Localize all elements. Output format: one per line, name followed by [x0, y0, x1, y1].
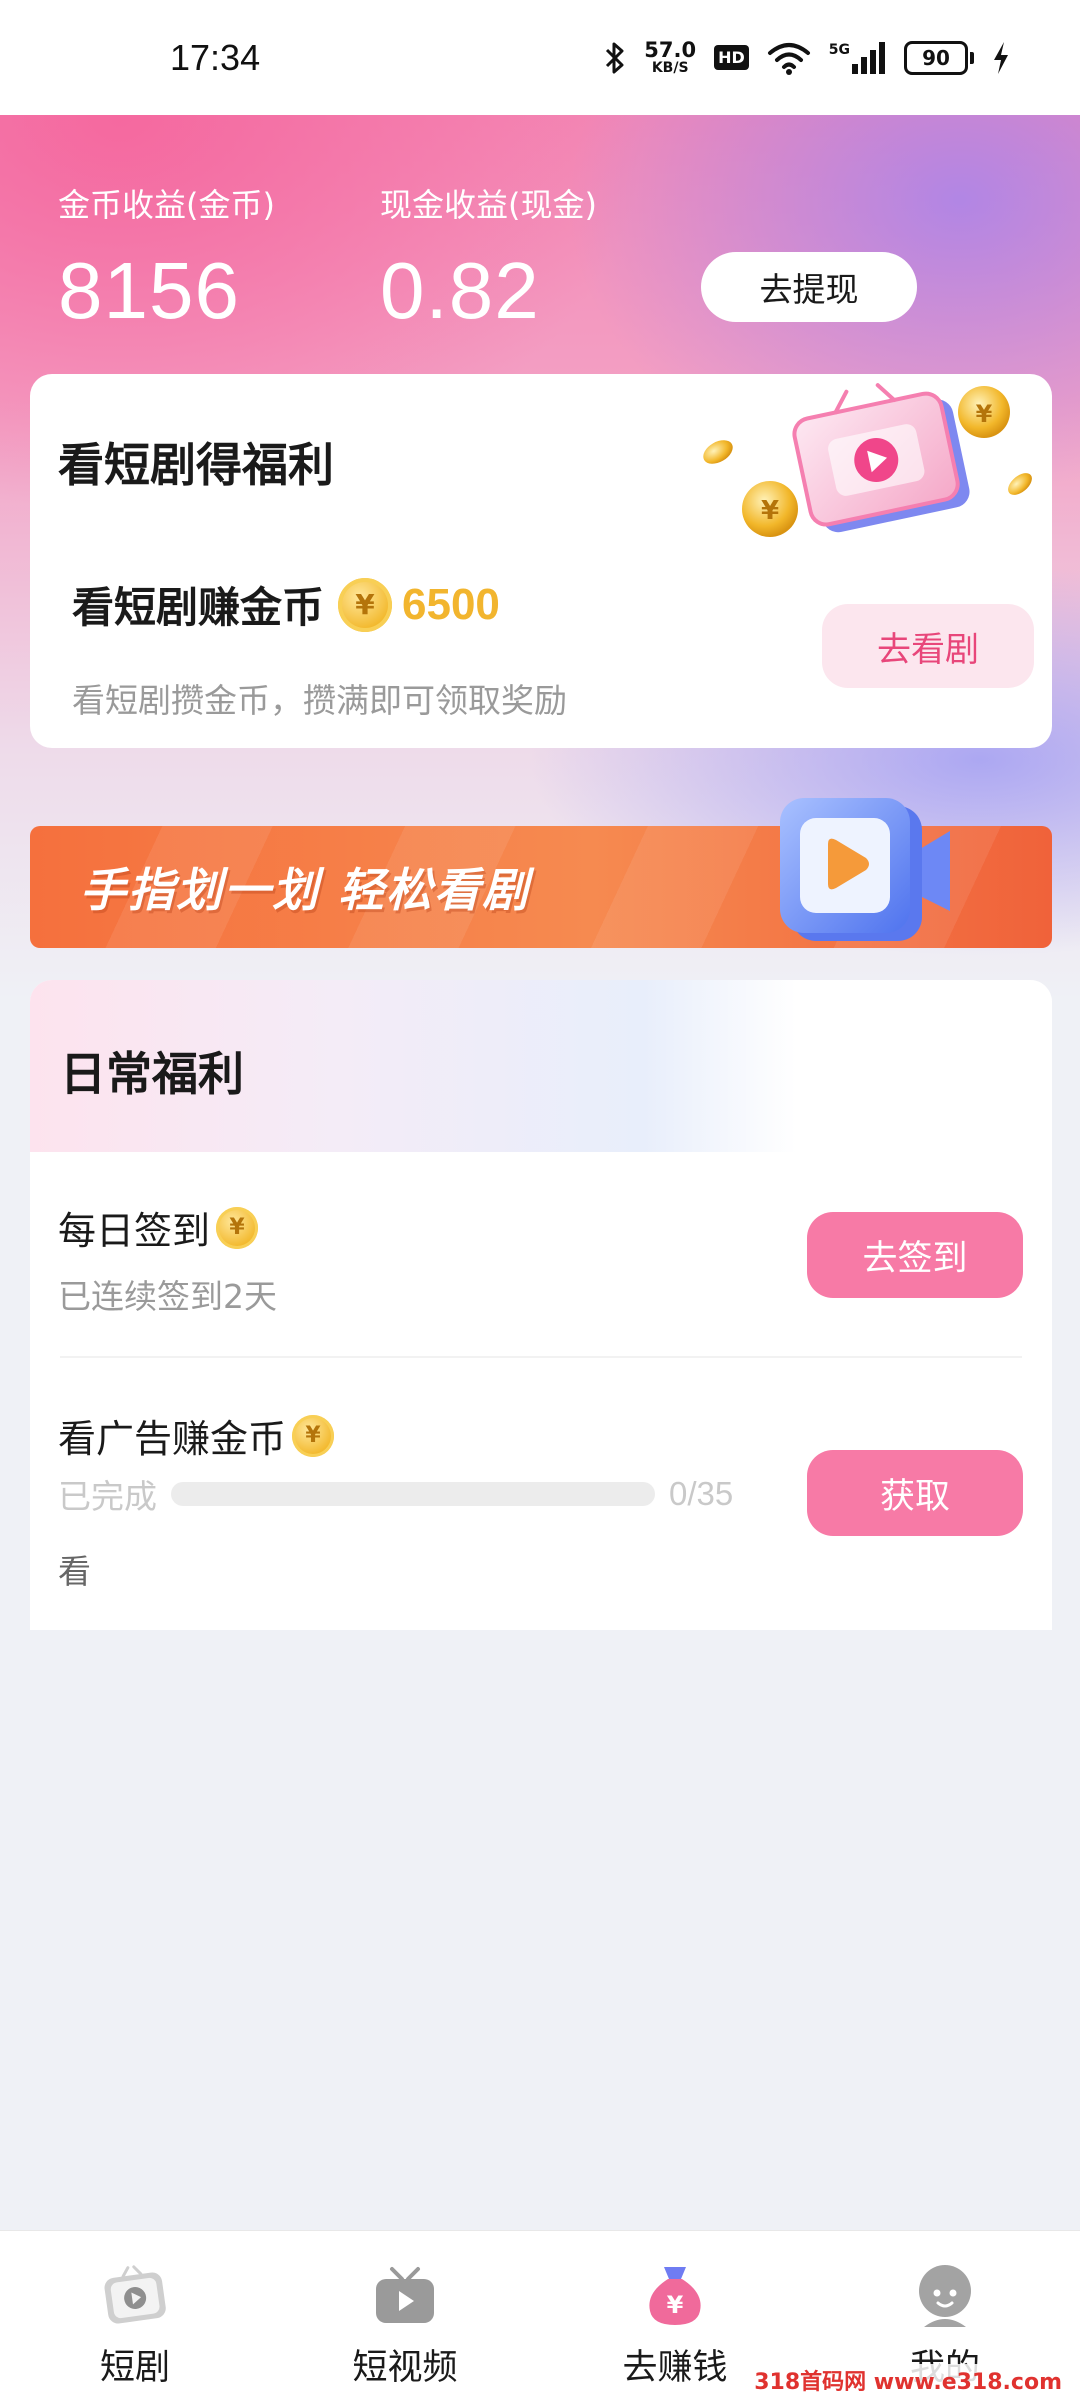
signal-label: 5G [828, 41, 850, 58]
get-reward-button[interactable]: 获取 [807, 1450, 1023, 1536]
profile-icon [919, 2265, 971, 2327]
nav-label-drama: 短剧 [99, 2348, 170, 2388]
earn-page: 17:34 57.0 KB/S HD 5G 90 金币收益(金币) 8156 现… [0, 0, 1080, 2400]
battery-indicator: 90 [904, 40, 974, 75]
coin-earnings-value: 8156 [58, 246, 240, 335]
drama-card-title: 看短剧得福利 [58, 438, 334, 492]
withdraw-button[interactable]: 去提现 [701, 252, 917, 322]
checkin-streak-text: 已连续签到2天 [58, 1277, 277, 1316]
hd-badge: HD [714, 45, 749, 70]
drama-earn-row: 看短剧赚金币 ¥ 6500 [72, 574, 500, 635]
bluetooth-icon [606, 42, 624, 73]
nav-label-short-video: 短视频 [352, 2348, 458, 2388]
drama-earn-text: 看短剧赚金币 [72, 583, 325, 632]
watermark: 318首码网 www.e318.com [750, 2364, 1066, 2396]
nav-label-earn: 去赚钱 [622, 2348, 728, 2388]
drama-card-subtitle: 看短剧攒金币，攒满即可领取奖励 [72, 681, 567, 720]
money-bag-icon: ¥ [649, 2267, 701, 2325]
ad-progress-bar [171, 1482, 655, 1506]
drama-coin-amount: 6500 [402, 579, 500, 629]
tv-icon [376, 2267, 434, 2323]
status-bar: 17:34 57.0 KB/S HD 5G 90 [0, 0, 1080, 115]
video-camera-icon [780, 798, 950, 941]
status-icons: 57.0 KB/S HD 5G 90 [604, 40, 1010, 75]
drama-reward-card: 看短剧得福利 ¥ ¥ 看短剧赚金币 ¥ 6500 看短剧攒金币，攒满即可领取奖励… [30, 374, 1052, 748]
divider [60, 1356, 1022, 1358]
ad-progress-count: 0/35 [669, 1475, 734, 1512]
checkin-button[interactable]: 去签到 [807, 1212, 1023, 1298]
ad-extra-text: 看 [58, 1552, 91, 1591]
cell-signal-icon: 5G [828, 41, 886, 74]
network-speed: 57.0 KB/S [644, 38, 697, 76]
status-time: 17:34 [170, 36, 261, 78]
nav-item-drama[interactable]: 短剧 [0, 2231, 270, 2400]
svg-text:¥: ¥ [667, 2291, 684, 2319]
coin-icon: ¥ [216, 1206, 259, 1249]
ad-progress-row: 已完成 0/35 [58, 1470, 733, 1518]
daily-checkin-title: 每日签到 ¥ [58, 1200, 259, 1255]
swipe-banner[interactable]: 手指划一划 轻松看剧 [30, 798, 1052, 948]
nav-item-short-video[interactable]: 短视频 [270, 2231, 540, 2400]
wifi-icon [767, 42, 810, 75]
coin-icon: ¥ [338, 577, 393, 632]
coin-earnings-label: 金币收益(金币) [58, 186, 275, 224]
charging-icon [994, 41, 1008, 74]
network-speed-value: 57.0 [644, 38, 697, 62]
watch-ad-title: 看广告赚金币 ¥ [58, 1408, 335, 1463]
battery-level: 90 [922, 45, 950, 70]
daily-welfare-card: 日常福利 每日签到 ¥ 已连续签到2天 去签到 看广告赚金币 ¥ 已完成 0/3… [30, 980, 1052, 1630]
ad-status-label: 已完成 [58, 1477, 157, 1516]
coin-icon: ¥ [292, 1414, 335, 1457]
daily-welfare-header: 日常福利 [30, 980, 1052, 1152]
daily-welfare-title: 日常福利 [60, 1047, 244, 1101]
network-speed-unit: KB/S [651, 60, 689, 76]
cash-earnings-label: 现金收益(现金) [380, 186, 597, 224]
svg-text:¥: ¥ [761, 496, 779, 526]
svg-text:¥: ¥ [976, 400, 993, 428]
cash-earnings-value: 0.82 [380, 246, 540, 335]
banner-text: 手指划一划 轻松看剧 [80, 863, 531, 917]
go-watch-button[interactable]: 去看剧 [822, 604, 1034, 688]
tv-coins-illustration: ¥ ¥ [703, 383, 1032, 537]
drama-icon [104, 2265, 166, 2324]
